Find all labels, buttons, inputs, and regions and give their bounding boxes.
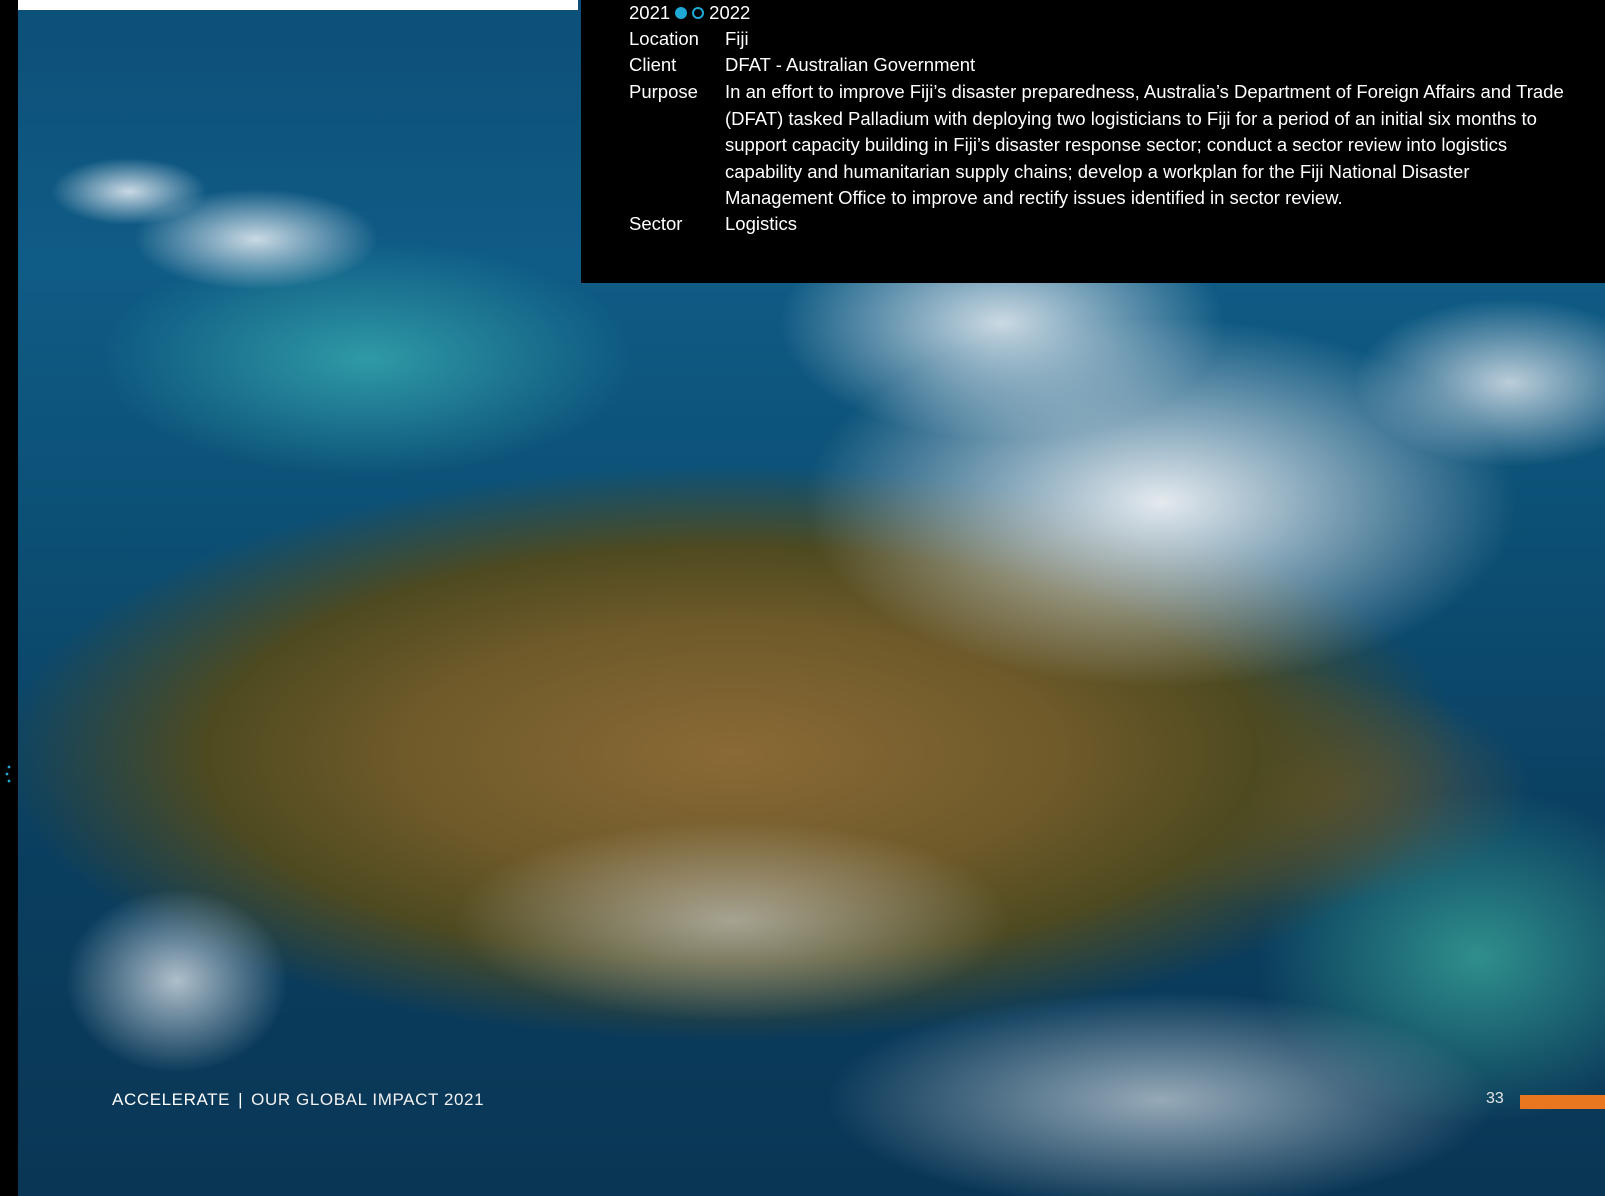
page-number: 33: [1486, 1090, 1504, 1107]
top-white-bar: [18, 0, 578, 10]
filled-dot-icon: [675, 7, 688, 20]
footer-accent-bar: [1520, 1095, 1605, 1109]
year-start: 2021: [629, 2, 671, 23]
info-value: Fiji: [725, 28, 749, 49]
footer-subtitle: OUR GLOBAL IMPACT 2021: [251, 1090, 485, 1109]
info-label: Client: [629, 54, 677, 75]
year-end: 2022: [709, 2, 751, 23]
info-row-sector: Sector Logistics: [629, 211, 1575, 238]
edge-dots-icon: [5, 765, 11, 783]
footer-brand: ACCELERATE: [112, 1090, 231, 1109]
footer-separator: |: [238, 1090, 244, 1109]
info-value: In an effort to improve Fiji’s disaster …: [725, 81, 1564, 208]
info-value: DFAT - Australian Government: [725, 54, 976, 75]
footer-title: ACCELERATE | OUR GLOBAL IMPACT 2021: [112, 1090, 484, 1110]
info-row-client: Client DFAT - Australian Government: [629, 52, 1575, 79]
info-label: Purpose: [629, 81, 698, 102]
info-row-purpose: Purpose In an effort to improve Fiji’s d…: [629, 79, 1575, 212]
year-range: 2021 2022: [629, 0, 750, 27]
info-row-location: Location Fiji: [629, 26, 1575, 53]
info-value: Logistics: [725, 213, 797, 234]
info-label: Location: [629, 28, 699, 49]
outline-dot-icon: [692, 7, 705, 20]
project-info-panel: 2021 2022 Location Fiji Client DFAT - Au…: [581, 0, 1605, 283]
info-label: Sector: [629, 213, 683, 234]
